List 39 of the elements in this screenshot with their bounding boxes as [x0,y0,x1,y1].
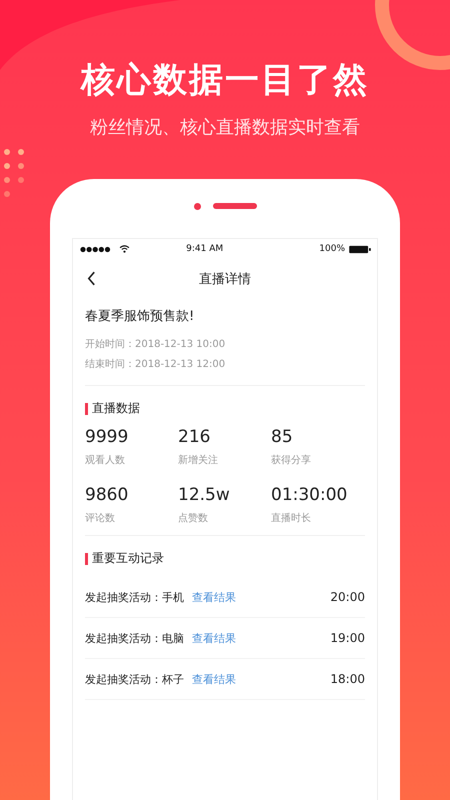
subtitle: 粉丝情况、核心直播数据实时查看 [90,116,360,140]
stat-value: 85 [271,427,294,447]
section-marker [85,402,88,414]
stat-label: 点赞数 [178,512,209,525]
dots-drawing [4,149,24,197]
stat-value: 12.5w [178,485,231,505]
status-time: 9:41 AM [185,244,224,254]
battery-percent: 100% [319,244,345,254]
camera-icon [194,202,200,210]
record-text: 发起抽奖活动：手机 [85,590,184,604]
end-time: 结束时间：2018-12-13 12:00 [85,358,226,372]
section-marker [85,552,88,564]
section-title: 重要互动记录 [92,550,164,567]
speaker-icon [212,203,256,209]
record-text: 发起抽奖活动：电脑 [85,630,184,646]
view-result-link[interactable]: 查看结果 [192,630,330,646]
record-time: 20:00 [330,590,365,604]
view-result-link[interactable]: 查看结果 [192,672,330,686]
stat-value: 01:30:00 [271,485,348,505]
record-time: 19:00 [330,631,365,645]
stat-value: 9860 [85,485,130,505]
section-title: 直播数据 [92,400,140,417]
screen-title: 直播详情 [199,271,251,288]
battery-icon [349,244,371,254]
stat-label: 直播时长 [271,512,312,525]
record-time: 18:00 [330,672,365,686]
wifi-icon [119,245,130,253]
start-time: 开始时间：2018-12-13 10:00 [85,338,226,352]
stat-label: 新增关注 [178,454,219,467]
stat-label: 获得分享 [271,454,312,467]
stat-value: 9999 [85,427,130,447]
event-title: 春夏季服饰预售款! [85,308,196,325]
stat-value: 216 [178,427,212,447]
headline: 核心数据一目了然 [81,59,369,102]
stat-label: 评论数 [85,512,116,525]
stat-label: 观看人数 [85,454,126,467]
view-result-link[interactable]: 查看结果 [192,590,330,604]
back-icon[interactable] [87,271,96,286]
record-text: 发起抽奖活动：杯子 [85,672,184,686]
